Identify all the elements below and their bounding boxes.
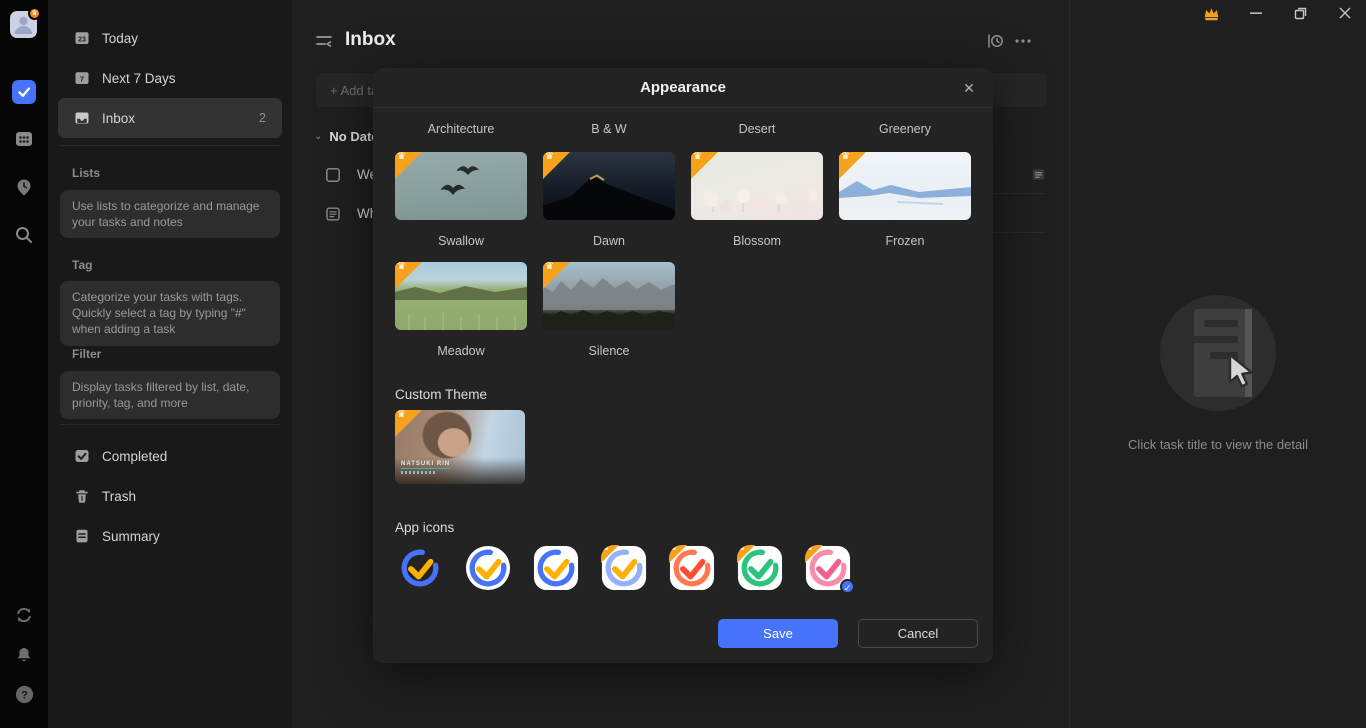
theme-name-frozen: Frozen: [839, 234, 971, 248]
app-icon-option-4[interactable]: ♛: [601, 545, 647, 591]
calendar-today-icon: 23: [74, 30, 90, 46]
section-title-lists: Lists: [72, 166, 100, 180]
app-icon-option-3[interactable]: [533, 545, 579, 591]
sidebar-item-today[interactable]: 23Today: [58, 18, 282, 58]
theme-labels-row-offscreen: Architecture B & W Desert Greenery: [395, 122, 971, 136]
appearance-modal: Appearance ✕ Architecture B & W Desert Gree…: [373, 68, 993, 663]
empty-detail-message: Click task title to view the detail: [1070, 437, 1366, 452]
theme-name-silence: Silence: [543, 344, 675, 358]
theme-option-meadow[interactable]: ♛: [395, 262, 527, 330]
custom-theme-thumbnail[interactable]: ♛ NATSUKI RIN: [395, 410, 525, 484]
app-icon-option-7[interactable]: ♛✓: [805, 545, 851, 591]
theme-label-desert: Desert: [691, 122, 823, 136]
app-icon-option-1[interactable]: [397, 545, 443, 591]
calendar-week-icon: 7: [74, 70, 90, 86]
theme-name-blossom: Blossom: [691, 234, 823, 248]
user-avatar[interactable]: ♛: [10, 11, 37, 38]
theme-option-silence[interactable]: ♛: [543, 262, 675, 330]
help-icon[interactable]: ?: [12, 682, 36, 706]
custom-theme-label: Custom Theme: [395, 387, 487, 402]
upgrade-crown-icon[interactable]: [1196, 2, 1226, 24]
premium-crown-badge: ♛: [28, 7, 41, 20]
note-icon: [325, 206, 341, 222]
svg-text:23: 23: [78, 37, 86, 44]
photo-watermark: NATSUKI RIN: [401, 452, 450, 474]
collapse-sidebar-icon[interactable]: [314, 31, 334, 51]
app-icons-row: ♛ ♛ ♛ ♛✓: [397, 545, 851, 591]
page-title: Inbox: [345, 29, 396, 51]
chevron-down-icon: ⌄: [314, 131, 322, 142]
sidebar: 23Today7Next 7 DaysInbox2 Lists Use lists…: [48, 0, 292, 728]
task-detail-panel: Click task title to view the detail: [1069, 0, 1366, 728]
search-nav-icon[interactable]: [12, 223, 36, 247]
theme-option-swallow[interactable]: ♛: [395, 152, 527, 220]
section-hint-lists: Use lists to categorize and manage your …: [60, 190, 280, 238]
empty-detail-illustration: [1160, 295, 1276, 411]
premium-crown-badge: ♛: [395, 410, 422, 437]
sidebar-item-next-7-days[interactable]: 7Next 7 Days: [58, 58, 282, 98]
theme-name-swallow: Swallow: [395, 234, 527, 248]
summary-icon: [74, 528, 90, 544]
tasks-nav-icon[interactable]: [12, 80, 36, 104]
close-icon[interactable]: ✕: [959, 78, 979, 98]
theme-label-b-w: B & W: [543, 122, 675, 136]
theme-name-dawn: Dawn: [543, 234, 675, 248]
save-button[interactable]: Save: [718, 619, 838, 648]
cancel-button[interactable]: Cancel: [858, 619, 978, 648]
section-title-filter: Filter: [72, 347, 101, 361]
clock-icon[interactable]: [985, 31, 1005, 51]
app-rail: ♛ ?: [0, 0, 48, 728]
sidebar-item-completed[interactable]: Completed: [58, 436, 282, 476]
sidebar-item-trash[interactable]: Trash: [58, 476, 282, 516]
app-icon-option-5[interactable]: ♛: [669, 545, 715, 591]
sidebar-item-inbox[interactable]: Inbox2: [58, 98, 282, 138]
theme-row-2: ♛♛: [395, 262, 675, 330]
app-icon-option-6[interactable]: ♛: [737, 545, 783, 591]
group-header-no-date[interactable]: ⌄ No Date: [314, 129, 379, 144]
focus-nav-icon[interactable]: [12, 175, 36, 199]
app-icon-option-2[interactable]: [465, 545, 511, 591]
sidebar-divider: [60, 145, 280, 146]
note-icon: [1031, 167, 1046, 182]
list-header: Inbox: [292, 26, 1069, 58]
count-badge: 2: [259, 111, 266, 125]
restore-button[interactable]: [1286, 2, 1316, 24]
sidebar-item-summary[interactable]: Summary: [58, 516, 282, 556]
sync-icon[interactable]: [12, 603, 36, 627]
theme-option-dawn[interactable]: ♛: [543, 152, 675, 220]
theme-label-greenery: Greenery: [839, 122, 971, 136]
modal-title: Appearance: [373, 68, 993, 108]
svg-text:?: ?: [21, 689, 28, 701]
task-checkbox[interactable]: [325, 167, 341, 183]
calendar-nav-icon[interactable]: [12, 127, 36, 151]
modal-buttons: Save Cancel: [718, 619, 978, 648]
minimize-button[interactable]: [1241, 2, 1271, 24]
app-window: ♛ ? 23Today7Next 7 DaysInbox2 ListsU: [0, 0, 1366, 728]
theme-label-architecture: Architecture: [395, 122, 527, 136]
selected-check-badge: ✓: [840, 579, 855, 594]
notifications-bell-icon[interactable]: [12, 643, 36, 667]
sidebar-divider: [60, 424, 280, 425]
theme-row-1: ♛♛♛♛: [395, 152, 971, 220]
section-hint-filter: Display tasks filtered by list, date, pr…: [60, 371, 280, 419]
modal-header: Appearance ✕: [373, 68, 993, 108]
theme-option-blossom[interactable]: ♛: [691, 152, 823, 220]
section-hint-tag: Categorize your tasks with tags. Quickly…: [60, 281, 280, 346]
theme-option-frozen[interactable]: ♛: [839, 152, 971, 220]
section-title-tag: Tag: [72, 258, 92, 272]
app-icons-label: App icons: [395, 520, 454, 535]
theme-name-meadow: Meadow: [395, 344, 527, 358]
close-window-button[interactable]: [1330, 2, 1360, 24]
svg-text:7: 7: [80, 75, 84, 84]
trash-icon: [74, 488, 90, 504]
inbox-icon: [74, 110, 90, 126]
completed-icon: [74, 448, 90, 464]
more-options-icon[interactable]: [1013, 31, 1033, 51]
